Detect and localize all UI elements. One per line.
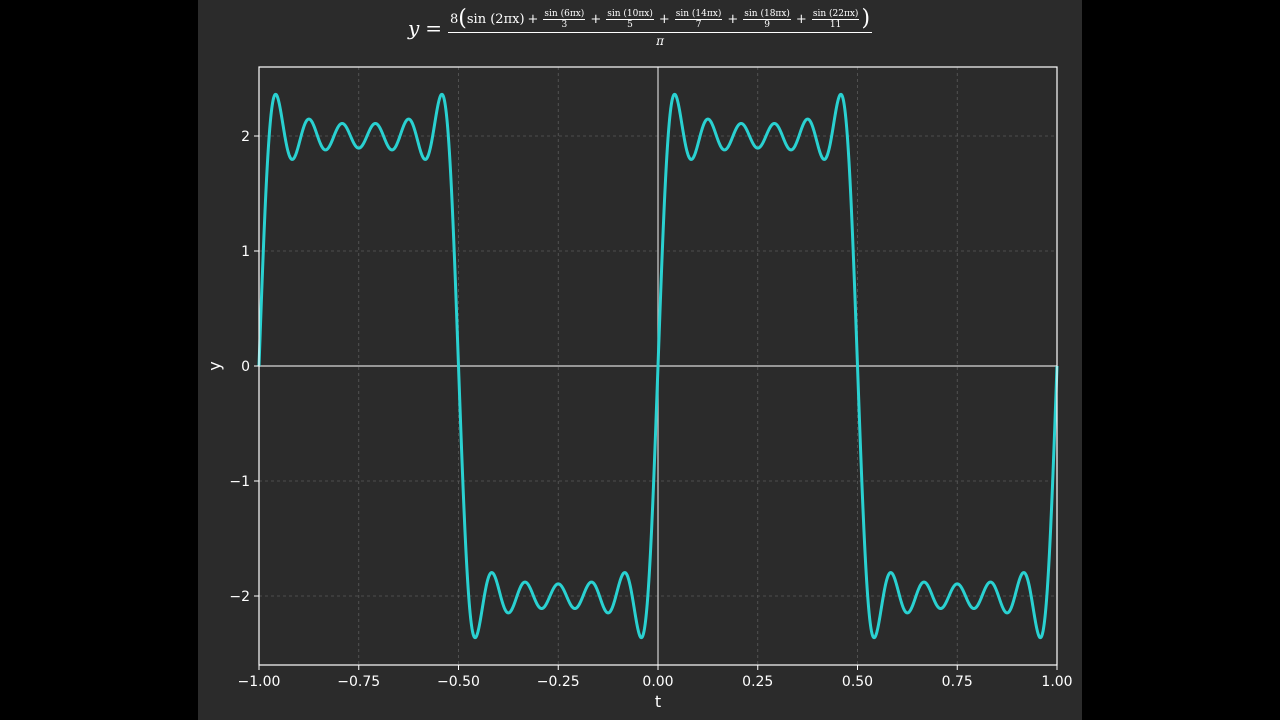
x-axis-label: t — [655, 692, 661, 711]
ticks: −1.00 −0.75 −0.50 −0.25 0.00 0.25 0.50 0.75 1.00… — [229, 129, 1072, 690]
figure-canvas: y = 8 ( sin (2πx) + sin (6πx) 3 + sin (1… — [198, 0, 1082, 720]
y-tick-label: 0 — [241, 359, 250, 375]
x-tick-label: 0.00 — [642, 674, 673, 690]
chart-svg: −1.00 −0.75 −0.50 −0.25 0.00 0.25 0.50 0.75 1.00… — [205, 66, 1073, 711]
x-tick-label: 1.00 — [1041, 674, 1072, 690]
x-tick-label: −0.25 — [537, 674, 580, 690]
y-tick-label: 2 — [241, 129, 250, 145]
x-tick-label: 0.75 — [942, 674, 973, 690]
x-tick-label: −0.75 — [337, 674, 380, 690]
y-tick-label: −2 — [229, 589, 250, 605]
y-tick-label: 1 — [241, 244, 250, 260]
y-axis-label: y — [205, 361, 224, 370]
x-tick-label: 0.50 — [842, 674, 873, 690]
x-tick-label: 0.25 — [742, 674, 773, 690]
x-tick-label: −1.00 — [238, 674, 281, 690]
x-tick-label: −0.50 — [437, 674, 480, 690]
y-tick-label: −1 — [229, 474, 250, 490]
